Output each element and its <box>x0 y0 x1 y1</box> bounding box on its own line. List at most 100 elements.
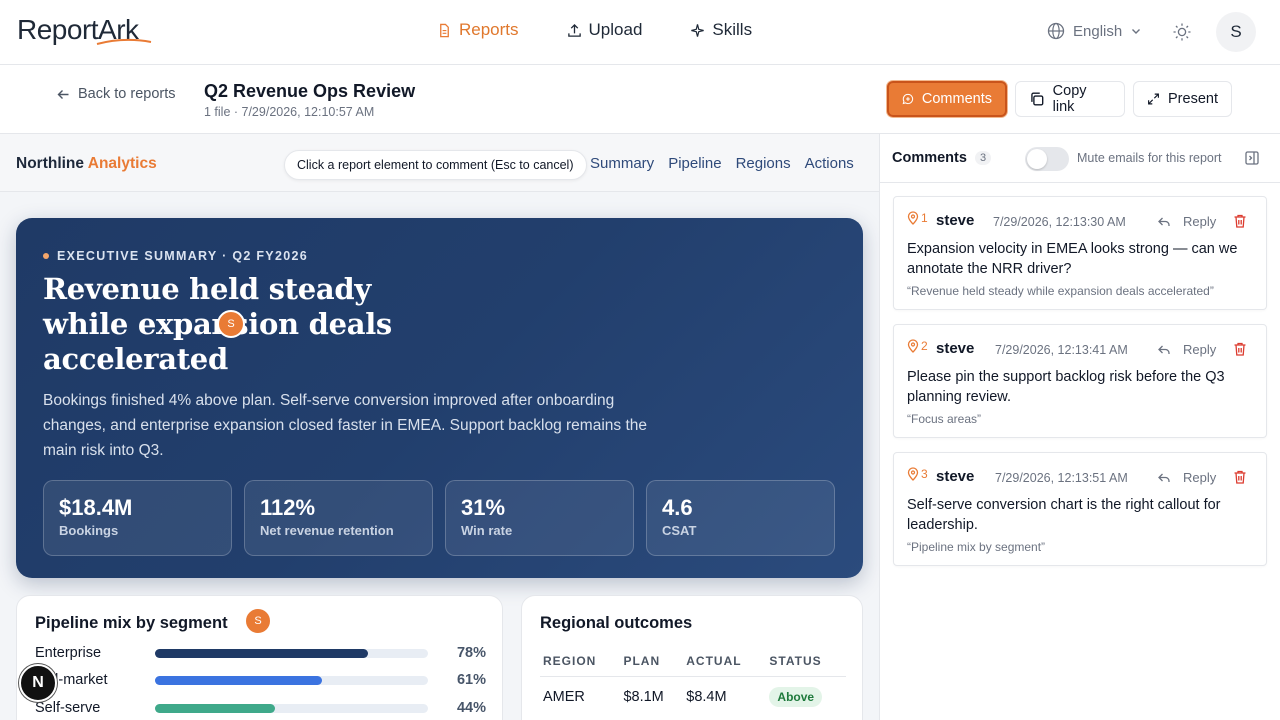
collapse-panel-icon[interactable] <box>1244 150 1260 166</box>
report-nav: Northline Analytics Summary Pipeline Reg… <box>0 134 879 192</box>
comment-pin[interactable]: S <box>244 607 272 635</box>
segment-bar-track <box>155 675 428 685</box>
kpi-value: $18.4M <box>59 495 133 520</box>
copy-link-label: Copy link <box>1052 83 1087 115</box>
regions-card-title: Regional outcomes <box>540 614 693 632</box>
sparkle-icon <box>691 23 705 37</box>
regional-outcomes-card[interactable]: Regional outcomes REGION PLAN ACTUAL STA… <box>521 595 863 720</box>
language-label: English <box>1073 22 1123 40</box>
arrow-left-icon <box>57 89 69 99</box>
comment-anchor-quote[interactable]: “Pipeline mix by segment” <box>907 540 1045 554</box>
comment-card[interactable]: 1 steve 7/29/2026, 12:13:30 AM Reply Exp… <box>893 196 1267 310</box>
theme-toggle-sun-icon[interactable] <box>1172 22 1192 42</box>
map-pin-icon <box>907 211 919 225</box>
segment-bar-row: Enterprise 78% <box>35 643 487 663</box>
reply-button[interactable]: Reply <box>1157 342 1216 357</box>
kpi-card[interactable]: 31% Win rate <box>445 480 634 556</box>
comments-panel-title: Comments <box>892 150 967 166</box>
table-row: AMER $8.1M $8.4M Above <box>540 677 846 718</box>
comments-count-badge: 3 <box>975 151 992 165</box>
nav-reports-label: Reports <box>459 20 519 39</box>
kpi-label: Net revenue retention <box>260 523 394 538</box>
expand-icon <box>1148 93 1159 105</box>
region-cell: AMER <box>543 689 585 705</box>
column-header: ACTUAL <box>683 646 767 677</box>
floating-n-badge[interactable]: N <box>19 664 57 702</box>
kpi-value: 31% <box>461 495 506 520</box>
executive-summary-hero[interactable]: EXECUTIVE SUMMARY · Q2 FY2026 Revenue he… <box>16 218 863 578</box>
comment-number-text: 3 <box>921 467 928 481</box>
mute-emails-toggle[interactable] <box>1025 147 1069 171</box>
user-avatar[interactable]: S <box>1216 12 1256 52</box>
delete-comment-icon[interactable] <box>1232 469 1248 485</box>
back-to-reports-link[interactable]: Back to reports <box>56 86 176 102</box>
nav-skills[interactable]: Skills <box>690 20 752 40</box>
comments-button[interactable]: Comments <box>887 81 1007 117</box>
comment-body: Please pin the support backlog risk befo… <box>907 369 1225 405</box>
pipeline-card-title: Pipeline mix by segment <box>35 614 228 632</box>
report-canvas: Northline Analytics Summary Pipeline Reg… <box>0 134 880 720</box>
section-link-actions[interactable]: Actions <box>805 155 854 172</box>
kpi-card[interactable]: $18.4M Bookings <box>43 480 232 556</box>
segment-bar-track <box>155 648 428 658</box>
mute-emails-label: Mute emails for this report <box>1077 151 1222 165</box>
kpi-label: Win rate <box>461 523 513 538</box>
nav-skills-label: Skills <box>712 20 753 39</box>
top-navigation: ReportArk Reports Upload Skills English … <box>0 0 1280 65</box>
back-label: Back to reports <box>78 86 176 102</box>
globe-icon <box>1047 22 1065 40</box>
regional-outcomes-table: REGION PLAN ACTUAL STATUS AMER $8.1M $8.… <box>540 646 846 717</box>
hero-eyebrow: EXECUTIVE SUMMARY · Q2 FY2026 <box>43 249 308 263</box>
delete-comment-icon[interactable] <box>1232 213 1248 229</box>
present-label: Present <box>1168 91 1218 107</box>
segment-bar-fill <box>155 648 368 658</box>
status-badge: Above <box>769 687 823 707</box>
column-header: PLAN <box>620 646 684 677</box>
section-link-regions[interactable]: Regions <box>736 155 791 172</box>
nav-upload[interactable]: Upload <box>567 20 642 40</box>
comment-card[interactable]: 2 steve 7/29/2026, 12:13:41 AM Reply Ple… <box>893 324 1267 438</box>
section-link-summary[interactable]: Summary <box>590 155 654 172</box>
hero-lede[interactable]: Bookings finished 4% above plan. Self-se… <box>43 388 663 463</box>
eyebrow-dot <box>43 253 49 259</box>
comment-pin[interactable]: S <box>217 310 245 338</box>
copy-link-button[interactable]: Copy link <box>1015 81 1125 117</box>
section-link-pipeline[interactable]: Pipeline <box>668 155 721 172</box>
language-select[interactable]: English <box>1047 22 1142 40</box>
actual-cell: $8.4M <box>686 689 727 705</box>
nav-reports[interactable]: Reports <box>437 20 519 40</box>
present-button[interactable]: Present <box>1133 81 1232 117</box>
kpi-card[interactable]: 112% Net revenue retention <box>244 480 433 556</box>
toggle-knob <box>1027 149 1047 169</box>
comment-mode-hint: Click a report element to comment (Esc t… <box>284 150 587 180</box>
reply-icon <box>1158 473 1170 482</box>
brand-accent: Analytics <box>87 155 157 172</box>
segment-bar-row: Self-serve 44% <box>35 698 487 718</box>
segment-percent: 78% <box>456 645 486 661</box>
segment-bar-row: Mid-market 61% <box>35 670 487 690</box>
segment-percent: 61% <box>456 672 486 688</box>
comment-number: 1 <box>907 211 928 225</box>
comments-panel-header: Comments 3 Mute emails for this report <box>880 134 1280 183</box>
report-title: Q2 Revenue Ops Review <box>204 81 416 101</box>
report-brand: Northline Analytics <box>16 155 157 173</box>
comment-author: steve <box>936 468 975 485</box>
status-cell: Above <box>766 677 846 718</box>
report-header: Back to reports Q2 Revenue Ops Review 1 … <box>0 65 1280 134</box>
segment-percent: 44% <box>456 700 486 716</box>
report-section-links: Summary Pipeline Regions Actions <box>590 155 854 172</box>
comment-anchor-quote[interactable]: “Revenue held steady while expansion dea… <box>907 284 1214 298</box>
kpi-card[interactable]: 4.6 CSAT <box>646 480 835 556</box>
reply-button[interactable]: Reply <box>1157 214 1216 229</box>
main-nav: Reports Upload Skills <box>437 20 800 40</box>
delete-comment-icon[interactable] <box>1232 341 1248 357</box>
reply-button[interactable]: Reply <box>1157 470 1216 485</box>
kpi-row: $18.4M Bookings 112% Net revenue retenti… <box>43 480 835 556</box>
reply-label: Reply <box>1183 342 1217 357</box>
comment-card[interactable]: 3 steve 7/29/2026, 12:13:51 AM Reply Sel… <box>893 452 1267 566</box>
kpi-label: Bookings <box>59 523 119 538</box>
copy-icon <box>1031 92 1044 106</box>
comment-author: steve <box>936 340 975 357</box>
comment-anchor-quote[interactable]: “Focus areas” <box>907 412 981 426</box>
comment-author: steve <box>936 212 975 229</box>
